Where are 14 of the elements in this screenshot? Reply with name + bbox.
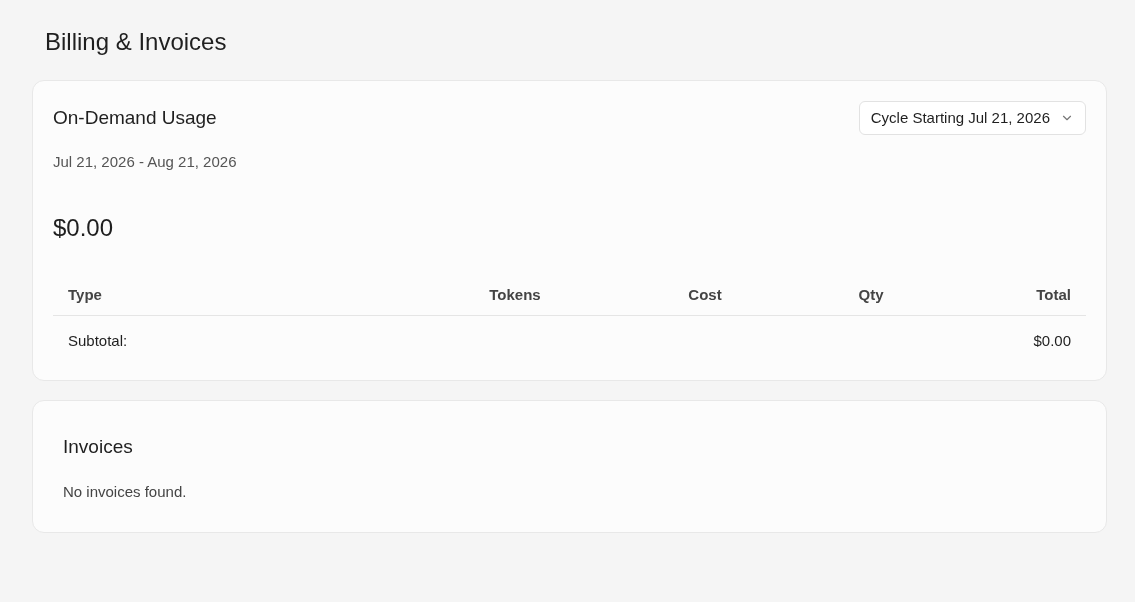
- column-header: Tokens: [488, 284, 542, 305]
- usage-title: On-Demand Usage: [53, 105, 217, 130]
- cycle-dropdown[interactable]: Cycle Starting Jul 21, 2026: [858, 101, 1086, 135]
- subtotal-label: Subtotal:: [67, 331, 129, 352]
- usage-amount: $0.00: [53, 212, 114, 243]
- billing-period: Jul 21, 2026 - Aug 21, 2026: [53, 152, 237, 172]
- subtotal-value: $0.00: [1032, 331, 1072, 352]
- empty-message: No invoices found.: [63, 482, 187, 502]
- column-header: Total: [1035, 284, 1072, 305]
- column-header: Cost: [687, 284, 723, 305]
- column-header: Type: [67, 284, 103, 305]
- invoices-title: Invoices: [63, 434, 133, 459]
- column-header: Qty: [857, 284, 885, 305]
- page-title: Billing & Invoices: [45, 27, 227, 57]
